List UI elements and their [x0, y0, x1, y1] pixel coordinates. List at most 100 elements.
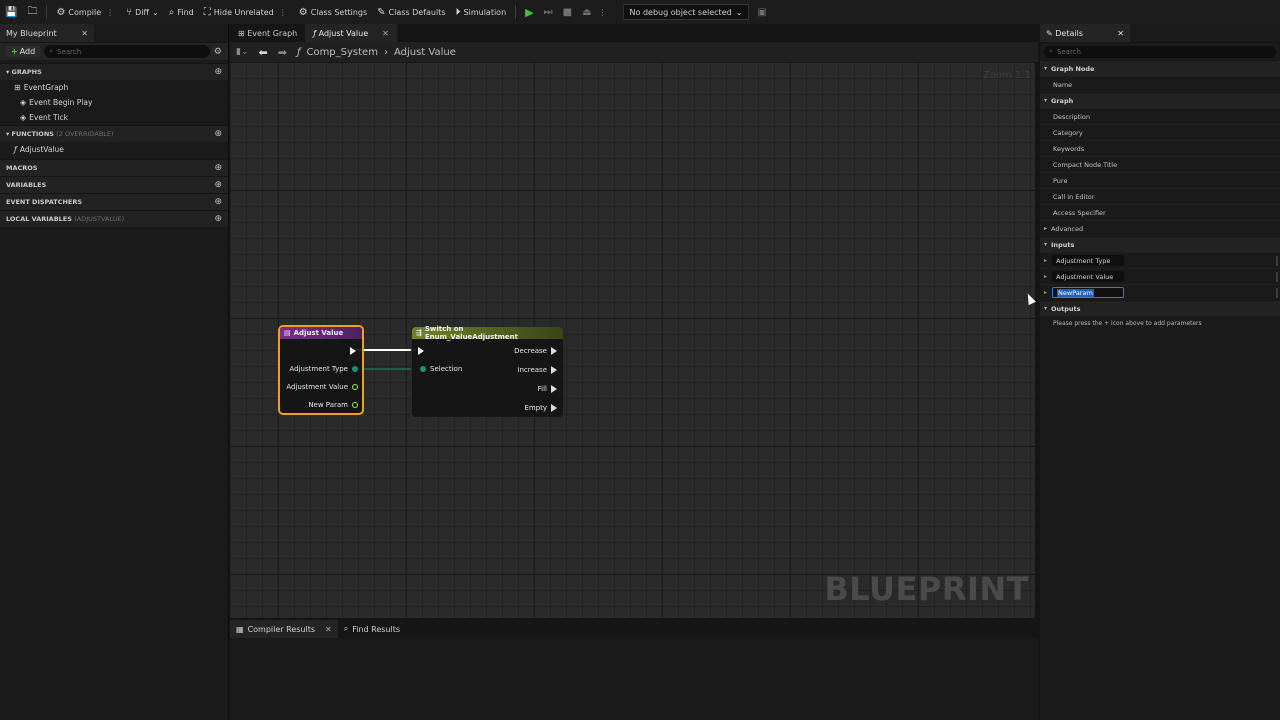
category-outputs[interactable]: ▾ Outputs	[1040, 300, 1280, 316]
switch-on-enum-node[interactable]: ⇶ Switch on Enum_ValueAdjustment Selecti…	[411, 325, 564, 418]
close-icon[interactable]: ✕	[81, 29, 88, 38]
back-arrow-icon[interactable]: ⬅	[259, 46, 268, 59]
section-macros[interactable]: MACROS ⊕	[0, 159, 228, 176]
class-settings-button[interactable]: ⚙ Class Settings	[294, 0, 372, 24]
category-inputs[interactable]: ▾ Inputs	[1040, 236, 1280, 252]
prop-pure: Pure	[1040, 172, 1280, 188]
hide-unrelated-button[interactable]: ⛶ Hide Unrelated ⋮	[199, 0, 294, 24]
section-graphs[interactable]: ▾ GRAPHS ⊕	[0, 63, 228, 80]
pin-adjustment-value[interactable]: Adjustment Value	[286, 383, 358, 391]
debug-filter-icon[interactable]: ▣	[757, 7, 766, 18]
search-input[interactable]: ⌕ Search	[44, 45, 210, 58]
function-entry-node[interactable]: ▤ Adjust Value Adjustment Type Adjustmen…	[278, 325, 364, 415]
play-options-icon[interactable]: ⋮	[597, 8, 609, 17]
graph-editor: ⊞ Event Graph ƒ Adjust Value ✕ ▮⌄ ⬅ ➡ ƒ …	[230, 24, 1038, 720]
details-search-input[interactable]: ⌕ Search	[1044, 45, 1276, 58]
float-pin-icon	[352, 384, 358, 390]
section-event-dispatchers[interactable]: EVENT DISPATCHERS ⊕	[0, 193, 228, 210]
param-name-field[interactable]: Adjustment Value	[1052, 271, 1125, 282]
diff-icon: ⑂	[126, 6, 133, 18]
pin-adjustment-type[interactable]: Adjustment Type	[290, 365, 358, 373]
exec-in-pin[interactable]	[418, 347, 424, 355]
settings-gear-icon[interactable]: ⚙	[214, 47, 222, 57]
switch-icon: ⇶	[416, 329, 422, 337]
section-functions[interactable]: ▾ FUNCTIONS (2 OVERRIDABLE) ⊕	[0, 125, 228, 142]
divider	[515, 5, 517, 19]
gear-icon: ⚙	[298, 6, 308, 18]
breadcrumb-blueprint[interactable]: Comp_System	[306, 47, 377, 58]
close-icon[interactable]: ✕	[382, 29, 389, 38]
find-icon: ⌕	[168, 6, 175, 18]
eject-button[interactable]: ⏏	[577, 0, 596, 24]
debug-object-select[interactable]: No debug object selected ⌄	[622, 4, 750, 20]
tree-item-event-begin-play[interactable]: ◈ Event Begin Play	[0, 95, 228, 110]
compile-icon: ⚙	[56, 6, 66, 18]
tab-details[interactable]: ✎ Details ✕	[1040, 24, 1130, 42]
pin-decrease[interactable]: Decrease	[514, 347, 557, 355]
tab-adjust-value[interactable]: ƒ Adjust Value ✕	[305, 24, 397, 42]
category-label: Graph	[1051, 96, 1074, 105]
tree-item-adjustvalue[interactable]: ƒ AdjustValue	[0, 142, 228, 157]
category-label: Outputs	[1051, 304, 1081, 313]
close-icon[interactable]: ✕	[1117, 29, 1124, 38]
prop-label: Advanced	[1051, 224, 1084, 233]
prop-label: Call In Editor	[1053, 192, 1095, 201]
input-param-row[interactable]: ▸ Adjustment Type	[1040, 252, 1280, 268]
class-defaults-button[interactable]: ✎ Class Defaults	[372, 0, 450, 24]
exec-out-pin[interactable]	[350, 347, 356, 355]
stop-button[interactable]: ■	[558, 0, 577, 24]
function-entry-icon: ▤	[284, 329, 291, 337]
bookmark-icon[interactable]: ▮⌄	[236, 47, 249, 57]
pin-label: Fill	[537, 385, 547, 393]
category-graph-node[interactable]: ▾ Graph Node	[1040, 60, 1280, 76]
input-param-row[interactable]: ▸ Adjustment Value	[1040, 268, 1280, 284]
add-variable-icon[interactable]: ⊕	[214, 180, 222, 190]
tree-item-event-tick[interactable]: ◈ Event Tick	[0, 110, 228, 125]
tab-compiler-results[interactable]: ▦ Compiler Results ✕	[230, 620, 338, 638]
pin-increase[interactable]: Increase	[517, 366, 557, 374]
graph-canvas[interactable]: Zoom 1:1 ▤ Adjust Value Adjustment Type …	[230, 62, 1035, 618]
breadcrumb-function[interactable]: Adjust Value	[394, 47, 456, 58]
section-local-variables[interactable]: LOCAL VARIABLES (ADJUSTVALUE) ⊕	[0, 210, 228, 227]
tab-event-graph[interactable]: ⊞ Event Graph	[230, 24, 305, 42]
tab-find-results[interactable]: ⌕ Find Results	[338, 620, 406, 638]
diff-button[interactable]: ⑂ Diff ⌄	[121, 0, 164, 24]
collapse-icon: ▾	[1044, 241, 1048, 248]
tab-label: Adjust Value	[318, 28, 369, 38]
pencil-icon: ✎	[377, 6, 386, 18]
save-button[interactable]: 💾	[0, 0, 22, 24]
simulation-button[interactable]: ⏵ Simulation	[451, 0, 512, 24]
pin-new-param[interactable]: New Param	[308, 401, 358, 409]
section-label: GRAPHS	[11, 68, 42, 76]
add-local-variable-icon[interactable]: ⊕	[214, 214, 222, 224]
pin-fill[interactable]: Fill	[538, 385, 557, 393]
prop-compact-node-title: Compact Node Title	[1040, 156, 1280, 172]
add-graph-icon[interactable]: ⊕	[214, 67, 222, 77]
hide-unrelated-options-icon[interactable]: ⋮	[277, 8, 289, 17]
section-label: FUNCTIONS	[11, 130, 54, 138]
tree-item-eventgraph[interactable]: ⊞ EventGraph	[0, 80, 228, 95]
category-graph[interactable]: ▾ Graph	[1040, 92, 1280, 108]
find-button[interactable]: ⌕ Find	[164, 0, 199, 24]
param-name-field-editing[interactable]: NewParam	[1052, 287, 1125, 298]
play-button[interactable]: ▶	[520, 0, 538, 24]
step-button[interactable]: ⏭	[539, 0, 558, 24]
advanced-expander[interactable]: ▸ Advanced	[1040, 220, 1280, 236]
add-function-icon[interactable]: ⊕	[214, 129, 222, 139]
input-param-row[interactable]: ▸ NewParam	[1040, 284, 1280, 300]
compile-button[interactable]: ⚙ Compile ⋮	[51, 0, 121, 24]
pin-empty[interactable]: Empty	[524, 404, 557, 412]
add-button[interactable]: + Add	[6, 46, 41, 57]
param-name-field[interactable]: Adjustment Type	[1052, 255, 1125, 266]
tab-my-blueprint[interactable]: My Blueprint ✕	[0, 24, 94, 42]
section-variables[interactable]: VARIABLES ⊕	[0, 176, 228, 193]
section-label: EVENT DISPATCHERS	[6, 198, 83, 206]
param-name-value: Adjustment Value	[1056, 272, 1114, 281]
pin-selection[interactable]: Selection	[420, 365, 462, 373]
close-icon[interactable]: ✕	[325, 625, 332, 634]
compile-options-icon[interactable]: ⋮	[104, 8, 116, 17]
add-dispatcher-icon[interactable]: ⊕	[214, 197, 222, 207]
forward-arrow-icon[interactable]: ➡	[278, 46, 287, 59]
add-macro-icon[interactable]: ⊕	[214, 163, 222, 173]
browse-button[interactable]: 🗀	[22, 0, 42, 24]
